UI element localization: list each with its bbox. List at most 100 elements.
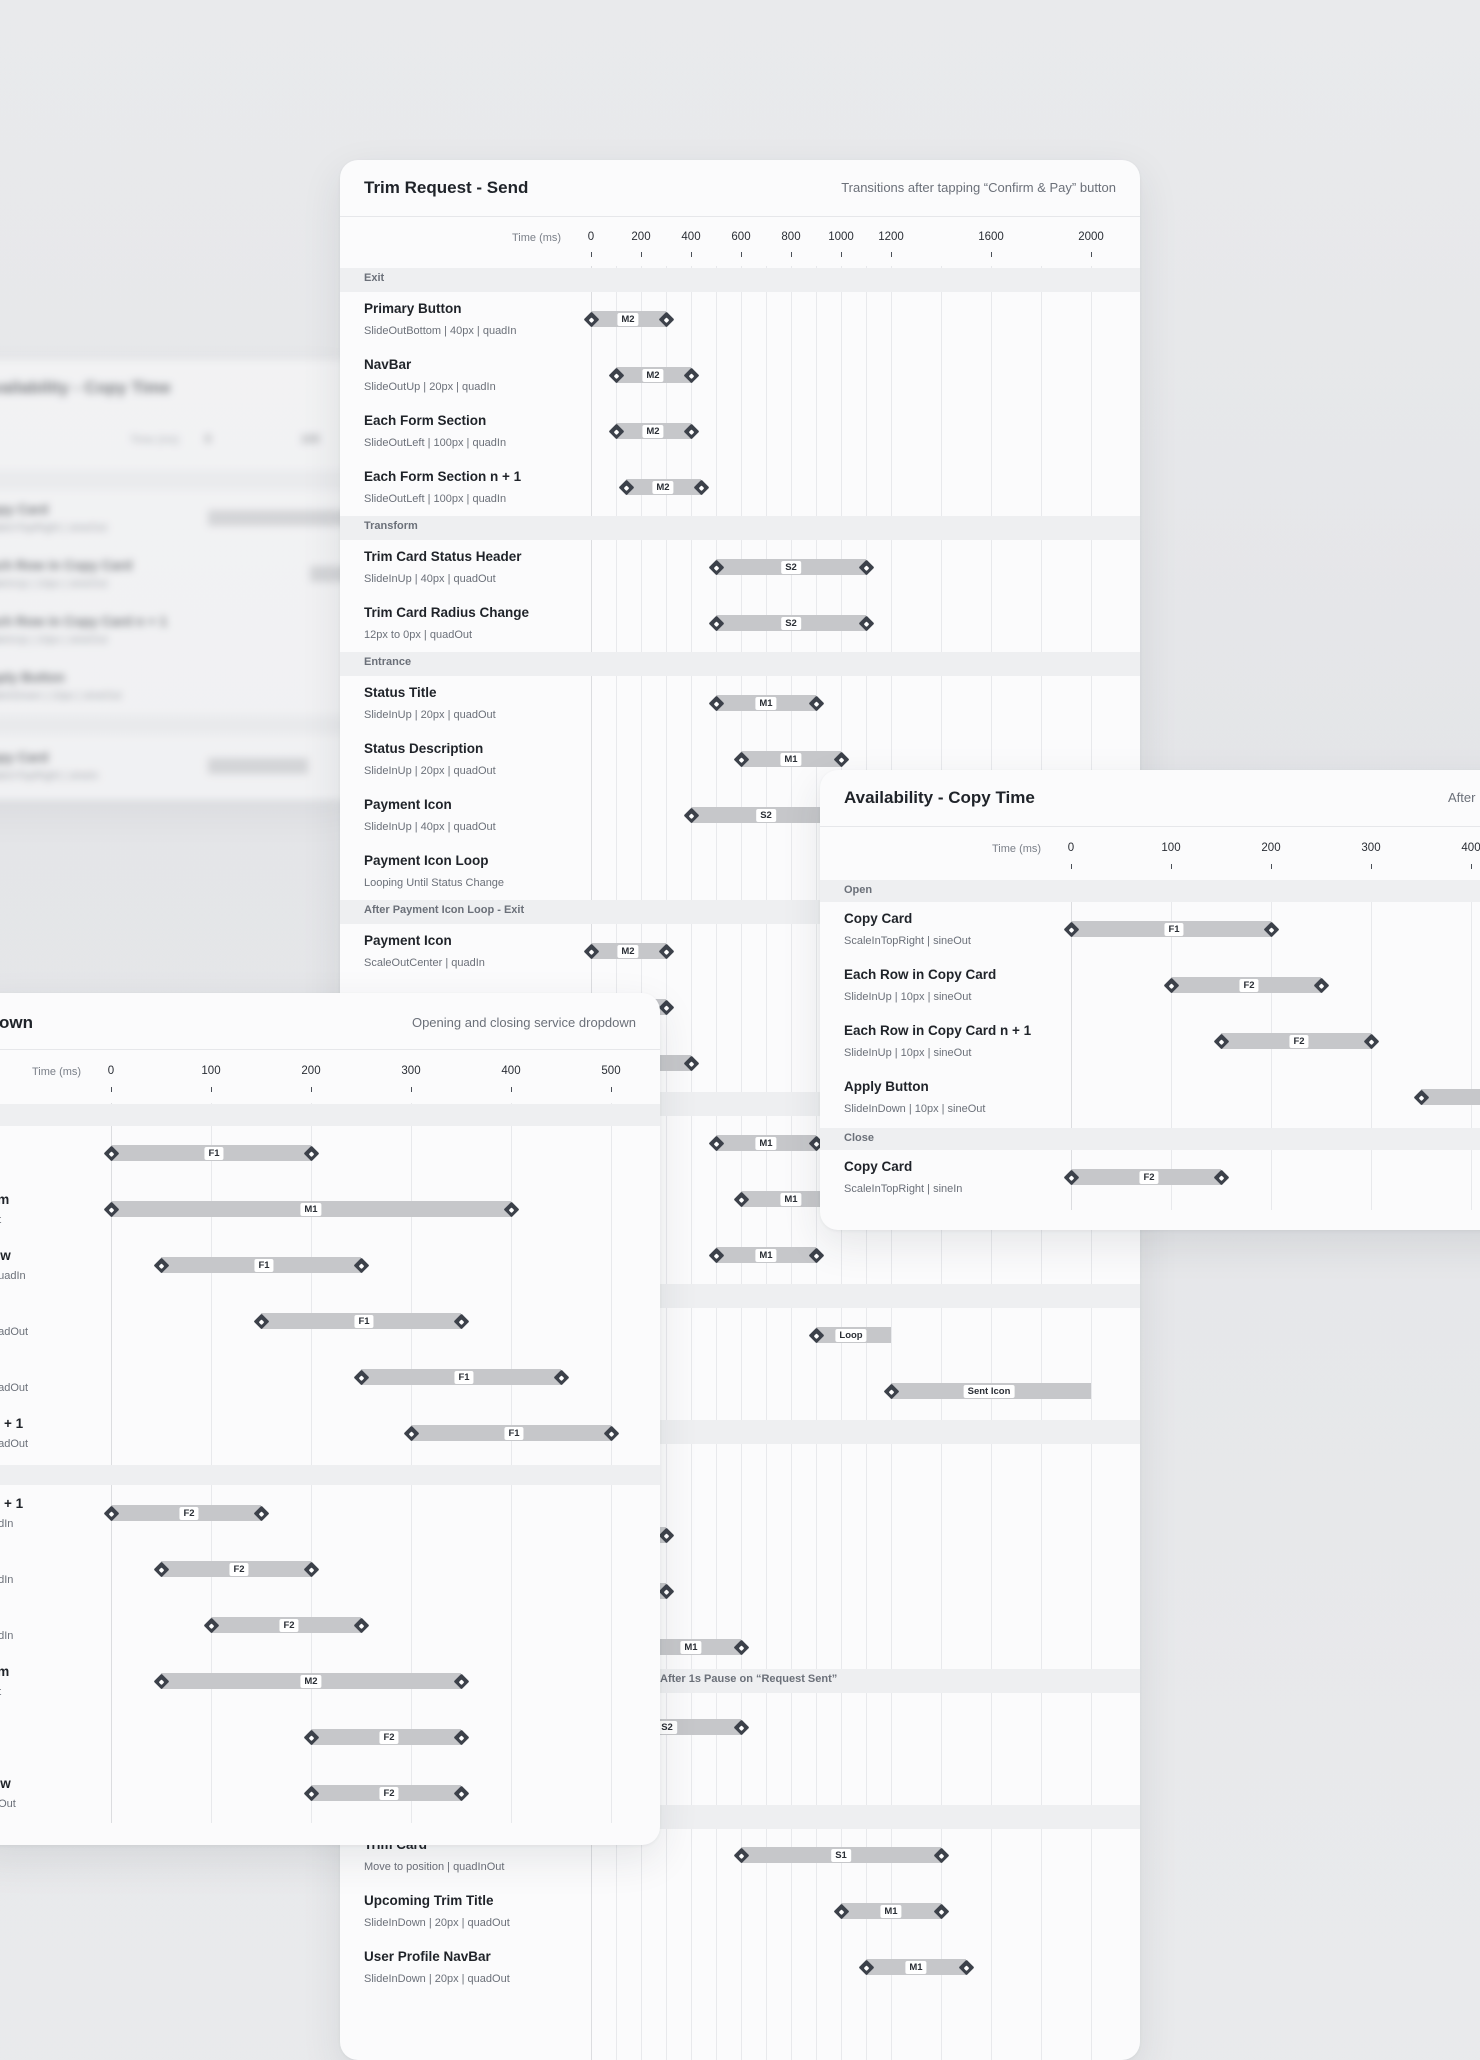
easing-tag: F2 <box>379 1731 399 1744</box>
background-section <box>0 470 360 490</box>
dropdown-row-fragment: ow <box>0 1248 11 1263</box>
background-tick: 0 <box>204 434 212 446</box>
row-status-desc-desc: SlideInUp | 20px | quadOut <box>364 765 496 777</box>
row-status-header: Trim Card Status Header <box>364 549 522 564</box>
copy-row-name: Each Row in Copy Card <box>844 967 997 982</box>
copy-tick: 400 <box>1461 842 1480 854</box>
copy-row-desc: SlideInDown | 10px | sineOut <box>844 1103 986 1115</box>
dropdown-section-close <box>0 1465 660 1485</box>
background-row-name: Copy Card <box>0 750 49 765</box>
sent-icon-tag: Sent Icon <box>963 1385 1015 1398</box>
copy-tick: 300 <box>1361 842 1381 854</box>
easing-tag: M2 <box>652 481 674 494</box>
background-time-label: Time (ms) <box>130 434 180 446</box>
trim-tick: 200 <box>631 231 651 243</box>
easing-tag: M2 <box>617 313 639 326</box>
easing-tag: S2 <box>781 617 801 630</box>
trim-tick: 1600 <box>978 231 1004 243</box>
background-row-desc: ScaleInTopRight | sineOut <box>0 522 107 534</box>
trim-tick: 1000 <box>828 231 854 243</box>
easing-tag: S2 <box>657 1721 677 1734</box>
row-status-title-desc: SlideInUp | 20px | quadOut <box>364 709 496 721</box>
dropdown-panel-title: own <box>0 1013 33 1032</box>
easing-tag: M1 <box>880 1905 902 1918</box>
copy-section-open: Open <box>820 880 1480 902</box>
dropdown-tick: 300 <box>401 1065 421 1077</box>
dropdown-row-fragment: dOut <box>0 1798 16 1810</box>
section-exit: Exit <box>340 268 1140 292</box>
row-status-header-desc: SlideInUp | 40px | quadOut <box>364 573 496 585</box>
row-payment-loop-desc: Looping Until Status Change <box>364 877 505 889</box>
dropdown-timeline-panel: own Opening and closing service dropdown… <box>0 993 660 1845</box>
copy-row-desc: SlideInUp | 10px | sineOut <box>844 1047 972 1059</box>
trim-panel-subtitle: Transitions after tapping “Confirm & Pay… <box>841 180 1116 195</box>
dropdown-tick: 400 <box>501 1065 521 1077</box>
section-entrance-label: Entrance <box>364 656 412 668</box>
easing-tag: M1 <box>755 1137 777 1150</box>
row-radius-change-desc: 12px to 0px | quadOut <box>364 629 473 641</box>
easing-tag: S2 <box>756 809 776 822</box>
trim-panel-title: Trim Request - Send <box>364 178 529 197</box>
section-exit-label: Exit <box>364 272 385 284</box>
loop-tag: Loop <box>835 1329 867 1342</box>
background-bar <box>208 510 358 526</box>
copy-row-desc: SlideInUp | 10px | sineOut <box>844 991 972 1003</box>
easing-tag: M2 <box>617 945 639 958</box>
background-timeline-panel: Availability - Copy Time Time (ms) 0 100… <box>0 360 360 800</box>
easing-tag: F1 <box>204 1147 224 1160</box>
dropdown-row-fragment: ut <box>0 1214 1 1226</box>
row-payment-icon-exit: Payment Icon <box>364 933 452 948</box>
row-primary-button-desc: SlideOutBottom | 40px | quadIn <box>364 325 517 337</box>
row-user-navbar: User Profile NavBar <box>364 1949 491 1964</box>
copy-tick: 100 <box>1161 842 1181 854</box>
easing-tag: M2 <box>300 1675 322 1688</box>
copy-row-desc: ScaleInTopRight | sineOut <box>844 935 971 947</box>
easing-tag: F2 <box>1239 979 1259 992</box>
dropdown-row-fragment: rm <box>0 1664 10 1679</box>
row-status-title: Status Title <box>364 685 437 700</box>
copy-row-desc: ScaleInTopRight | sineIn <box>844 1183 963 1195</box>
row-status-desc: Status Description <box>364 741 484 756</box>
dropdown-row-fragment: uadOut <box>0 1438 29 1450</box>
dropdown-section-open <box>0 1104 660 1126</box>
easing-tag: M1 <box>780 753 802 766</box>
easing-tag: M1 <box>755 697 777 710</box>
section-transform-label: Transform <box>364 520 418 532</box>
copy-section-close-label: Close <box>844 1132 874 1144</box>
dropdown-tick: 200 <box>301 1065 321 1077</box>
row-payment-icon-exit-desc: ScaleOutCenter | quadIn <box>364 957 485 969</box>
row-payment-icon-desc: SlideInUp | 40px | quadOut <box>364 821 496 833</box>
dropdown-row-fragment: ow <box>0 1776 11 1791</box>
row-primary-button: Primary Button <box>364 301 462 316</box>
copy-time-panel: Availability - Copy Time After Time (ms)… <box>820 770 1480 1230</box>
background-row-desc: SlideInDown | 10px | sineOut <box>0 690 122 702</box>
background-row-name: Each Row in Copy Card <box>0 558 133 573</box>
copy-panel-title: Availability - Copy Time <box>844 788 1035 807</box>
dropdown-tick: 100 <box>201 1065 221 1077</box>
easing-tag: M1 <box>780 1193 802 1206</box>
section-transform: Transform <box>340 516 1140 540</box>
easing-tag: M2 <box>642 425 664 438</box>
easing-tag: F2 <box>179 1507 199 1520</box>
background-row-name: Copy Card <box>0 502 49 517</box>
dropdown-row-fragment: uadOut <box>0 1326 29 1338</box>
dropdown-row-fragment: rm <box>0 1192 10 1207</box>
dropdown-row-fragment: uadOut <box>0 1382 29 1394</box>
row-navbar-desc: SlideOutUp | 20px | quadIn <box>364 381 496 393</box>
easing-tag: F1 <box>1164 923 1184 936</box>
easing-tag: F2 <box>229 1563 249 1576</box>
copy-bar <box>1421 1089 1480 1105</box>
row-form-section: Each Form Section <box>364 413 487 428</box>
easing-tag: F1 <box>504 1427 524 1440</box>
row-payment-icon: Payment Icon <box>364 797 452 812</box>
background-row-desc: SlideInUp | 10px | sineOut <box>0 634 108 646</box>
easing-tag: F2 <box>1289 1035 1309 1048</box>
section-pause-label: After 1s Pause on “Request Sent” <box>660 1673 838 1685</box>
row-form-section-n1-desc: SlideOutLeft | 100px | quadIn <box>364 493 507 505</box>
row-upcoming-title-desc: SlideInDown | 20px | quadOut <box>364 1917 510 1929</box>
dropdown-panel-subtitle: Opening and closing service dropdown <box>411 1015 636 1030</box>
row-payment-loop: Payment Icon Loop <box>364 853 489 868</box>
copy-row-name: Each Row in Copy Card n + 1 <box>844 1023 1032 1038</box>
easing-tag: F2 <box>379 1787 399 1800</box>
row-navbar: NavBar <box>364 357 412 372</box>
